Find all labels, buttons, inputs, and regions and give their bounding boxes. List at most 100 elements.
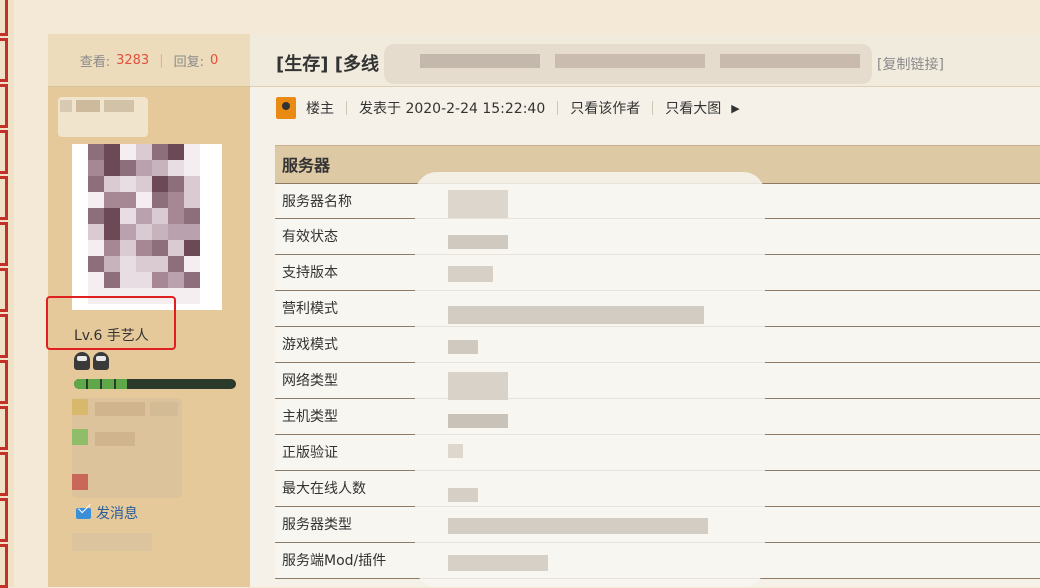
avatar-pixel (168, 272, 184, 288)
blur-block (448, 190, 508, 218)
avatar-pixel (72, 144, 88, 160)
row-label: 营利模式 (282, 301, 338, 317)
avatar-pixel (136, 240, 152, 256)
avatar-pixel (88, 144, 104, 160)
row-label: 游戏模式 (282, 337, 338, 353)
level-progress-fill (74, 379, 128, 389)
avatar-pixel (104, 208, 120, 224)
avatar-pixel (88, 160, 104, 176)
medal-icon[interactable] (74, 352, 90, 370)
replies-label: 回复: (173, 54, 204, 70)
avatar-pixel (88, 176, 104, 192)
avatar-pixel (72, 256, 88, 272)
send-message-label: 发消息 (96, 506, 138, 522)
avatar-pixel (168, 144, 184, 160)
blur-block (448, 414, 508, 428)
avatar-pixel (72, 176, 88, 192)
border-ornament (0, 544, 8, 588)
copy-link-button[interactable]: [复制链接] (877, 54, 944, 74)
avatar-pixel (136, 176, 152, 192)
play-arrow-icon[interactable]: ▶ (731, 102, 739, 115)
medal-icon[interactable] (93, 352, 109, 370)
avatar-pixel (168, 240, 184, 256)
avatar-pixel (200, 208, 216, 224)
avatar-pixel (152, 144, 168, 160)
avatar-pixel (104, 256, 120, 272)
border-ornament (0, 268, 8, 312)
avatar-pixel (168, 176, 184, 192)
avatar[interactable] (72, 144, 222, 310)
thread-stats: 查看: 3283 | 回复: 0 (48, 34, 250, 87)
meta-divider (652, 101, 654, 115)
avatar-pixel (104, 192, 120, 208)
highlight-box (46, 296, 176, 350)
avatar-pixel (152, 176, 168, 192)
avatar-pixel (152, 224, 168, 240)
blur-block (448, 235, 508, 249)
border-ornament (0, 84, 8, 128)
border-ornament (0, 452, 8, 496)
left-decorative-border (0, 0, 14, 588)
views-count: 3283 (116, 52, 150, 68)
large-images-link[interactable]: 只看大图 (665, 98, 721, 118)
avatar-pixel (72, 192, 88, 208)
avatar-pixel (72, 160, 88, 176)
border-ornament (0, 406, 8, 450)
blur-block (150, 402, 178, 416)
avatar-pixel (200, 192, 216, 208)
avatar-pixel (120, 144, 136, 160)
avatar-pixel (120, 192, 136, 208)
avatar-pixel (184, 192, 200, 208)
meta-divider (557, 101, 559, 115)
row-label: 支持版本 (282, 265, 338, 281)
blur-block (72, 474, 88, 490)
send-message-link[interactable]: 发消息 (76, 503, 138, 523)
avatar-pixel (184, 144, 200, 160)
only-author-link[interactable]: 只看该作者 (570, 98, 640, 118)
avatar-pixel (120, 256, 136, 272)
blur-block (448, 444, 463, 458)
post-meta-bar: 楼主 发表于 2020-2-24 15:22:40 只看该作者 只看大图 ▶ (276, 97, 740, 119)
border-ornament (0, 314, 8, 358)
avatar-pixel (104, 160, 120, 176)
avatar-pixel (168, 224, 184, 240)
avatar-pixel (104, 144, 120, 160)
avatar-pixel (104, 224, 120, 240)
avatar-pixel (104, 272, 120, 288)
blur-block (448, 306, 704, 324)
avatar-pixel (136, 208, 152, 224)
avatar-pixel (88, 272, 104, 288)
views-label: 查看: (79, 54, 111, 70)
row-label: 正版验证 (282, 445, 338, 461)
avatar-pixel (200, 160, 216, 176)
border-ornament (0, 38, 8, 82)
avatar-pixel (200, 144, 216, 160)
blur-block (95, 432, 135, 446)
avatar-pixel (152, 240, 168, 256)
blur-block (420, 54, 540, 68)
avatar-pixel (184, 288, 200, 304)
avatar-pixel (184, 256, 200, 272)
border-ornament (0, 130, 8, 174)
thread-title: [生存] [多线 (276, 54, 379, 75)
row-label: 主机类型 (282, 409, 338, 425)
blur-block (72, 429, 88, 445)
avatar-pixel (184, 224, 200, 240)
avatar-pixel (200, 256, 216, 272)
row-label: 服务端Mod/插件 (282, 553, 387, 569)
avatar-pixel (152, 272, 168, 288)
blur-block (448, 518, 708, 534)
avatar-pixel (184, 208, 200, 224)
avatar-pixel (120, 208, 136, 224)
avatar-pixel (184, 272, 200, 288)
replies-count: 0 (209, 52, 219, 68)
avatar-pixel (152, 160, 168, 176)
avatar-pixel (152, 208, 168, 224)
blur-block (720, 54, 860, 68)
avatar-pixel (184, 240, 200, 256)
border-ornament (0, 222, 8, 266)
avatar-pixel (88, 256, 104, 272)
avatar-pixel (136, 192, 152, 208)
stats-divider: | (159, 52, 164, 68)
avatar-pixel (200, 272, 216, 288)
